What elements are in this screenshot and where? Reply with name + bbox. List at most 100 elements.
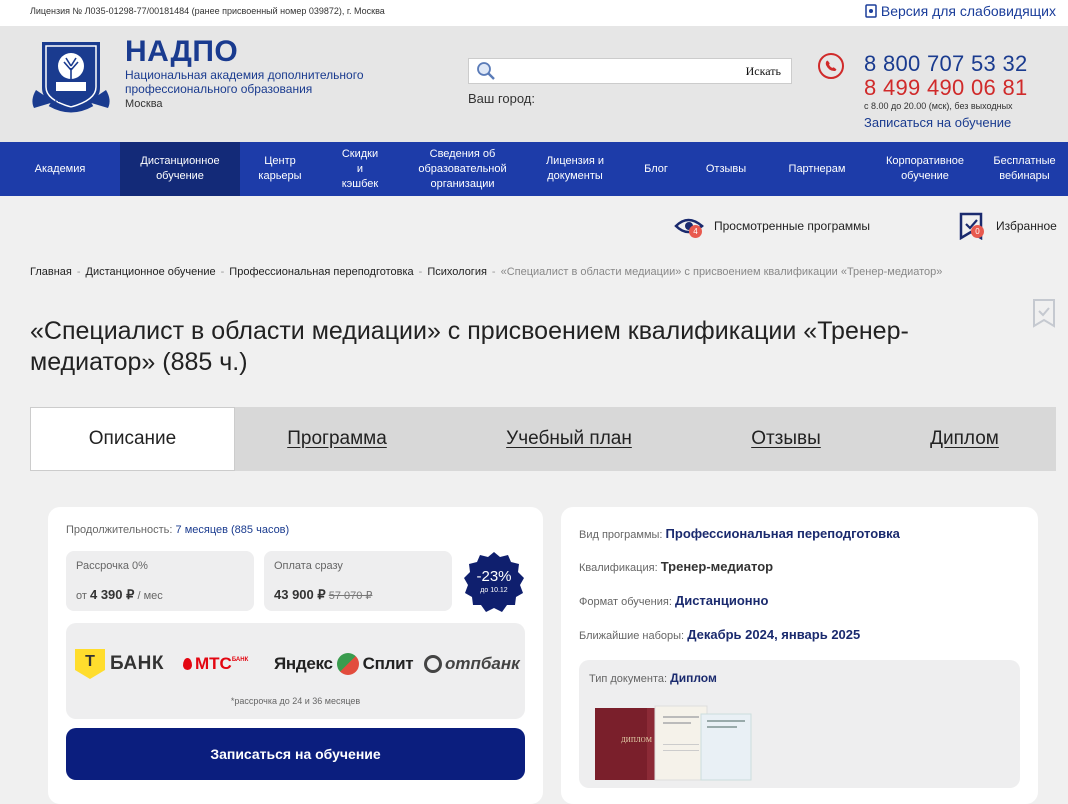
breadcrumb: Главная - Дистанционное обучение - Профессио… <box>30 266 942 278</box>
diploma-cover-text: ДИПЛОМ <box>621 736 653 744</box>
document-type-label: Тип документа: <box>589 673 668 685</box>
header-signup-link[interactable]: Записаться на обучение <box>864 115 1028 130</box>
format-row: Формат обучения: Дистанционно <box>579 593 768 608</box>
pricing-card: Продолжительность: 7 месяцев (885 часов)… <box>48 507 543 804</box>
yandex-name: Яндекс <box>274 654 333 673</box>
tbank-logo: Т БАНК <box>75 649 164 679</box>
top-bar: Лицензия № Л035-01298-77/00181484 (ранее… <box>0 0 1068 26</box>
breadcrumb-current: «Специалист в области медиации» с присво… <box>500 266 943 278</box>
qualification-value: Тренер-медиатор <box>660 559 774 574</box>
yandex-split-logo: Яндекс Сплит <box>274 649 414 679</box>
discount-value: -23% <box>476 568 512 585</box>
discount-until: до 10.12 <box>480 587 508 594</box>
duration-label: Продолжительность: <box>66 524 173 536</box>
program-type-label: Вид программы: <box>579 529 663 541</box>
page-title: «Специалист в области медиации» с присво… <box>30 317 909 376</box>
tab-description[interactable]: Описание <box>30 407 235 471</box>
split-name: Сплит <box>362 654 414 673</box>
intake-label: Ближайшие наборы: <box>579 630 685 642</box>
search-input[interactable] <box>497 60 746 82</box>
full-payment-label: Оплата сразу <box>274 560 343 572</box>
installment-line: от 4 390 ₽ / мес <box>76 587 163 603</box>
duration-value: 7 месяцев (885 часов) <box>175 524 290 536</box>
format-value: Дистанционно <box>674 593 769 608</box>
phone-icon <box>818 53 844 79</box>
favorites-count-badge: 0 <box>971 225 984 238</box>
eye-icon <box>865 4 877 18</box>
installment-label: Рассрочка 0% <box>76 560 148 572</box>
breadcrumb-item[interactable]: Дистанционное обучение <box>86 266 216 278</box>
viewed-count-badge: 4 <box>689 225 702 238</box>
mts-bank-logo: МТС БАНК <box>183 649 248 679</box>
installment-suffix: / мес <box>137 590 163 602</box>
otp-ring-icon <box>424 655 442 673</box>
breadcrumb-separator: - <box>220 266 225 278</box>
mts-egg-icon <box>183 658 192 670</box>
nav-item-webinars[interactable]: Бесплатные вебинары <box>981 142 1068 196</box>
breadcrumb-separator: - <box>491 266 496 278</box>
nav-item-discounts[interactable]: Скидки и кэшбек <box>320 142 400 196</box>
nav-item-license[interactable]: Лицензия и документы <box>525 142 625 196</box>
license-text: Лицензия № Л035-01298-77/00181484 (ранее… <box>30 6 385 16</box>
brand-subtitle: Национальная академия дополнительного пр… <box>125 68 364 96</box>
tab-diploma[interactable]: Диплом <box>873 407 1056 471</box>
tab-program[interactable]: Программа <box>235 407 439 471</box>
search-button[interactable]: Искать <box>746 64 791 79</box>
nav-item-partners[interactable]: Партнерам <box>765 142 869 196</box>
document-type-value: Диплом <box>670 671 717 685</box>
viewed-programs-link[interactable]: 4 Просмотренные программы <box>674 212 870 240</box>
nav-item-reviews[interactable]: Отзывы <box>687 142 765 196</box>
mts-sub: БАНК <box>231 657 249 663</box>
add-favorite-icon[interactable] <box>1031 298 1057 328</box>
old-price: 57 070 ₽ <box>328 590 373 602</box>
breadcrumb-item[interactable]: Психология <box>427 266 487 278</box>
phone-secondary[interactable]: 8 499 490 06 81 <box>864 76 1028 100</box>
brand-block[interactable]: НАДПО Национальная академия дополнительн… <box>125 35 385 111</box>
breadcrumb-item[interactable]: Профессиональная переподготовка <box>229 266 413 278</box>
contact-block: 8 800 707 53 32 8 499 490 06 81 с 8.00 д… <box>864 52 1028 131</box>
city-selector[interactable]: Ваш город: <box>468 91 535 106</box>
nav-item-career-center[interactable]: Центр карьеры <box>240 142 320 196</box>
phone-primary[interactable]: 8 800 707 53 32 <box>864 52 1028 76</box>
nav-item-org-info[interactable]: Сведения об образовательной организации <box>400 142 525 196</box>
otp-bank-logo: отпбанк <box>424 649 520 679</box>
breadcrumb-separator: - <box>418 266 423 278</box>
discount-badge: -23% до 10.12 <box>463 551 525 613</box>
installment-box: Рассрочка 0% от 4 390 ₽ / мес <box>66 551 254 611</box>
qualification-label: Квалификация: <box>579 562 658 574</box>
otp-name: отпбанк <box>445 654 520 673</box>
installment-note: *рассрочка до 24 и 36 месяцев <box>230 696 361 706</box>
installment-prefix: от <box>76 590 87 602</box>
program-details-card: Вид программы: Профессиональная переподг… <box>561 507 1038 804</box>
tab-reviews[interactable]: Отзывы <box>699 407 873 471</box>
tbank-name: БАНК <box>110 653 164 674</box>
full-price: 43 900 ₽ <box>274 587 326 602</box>
favorites-icon-wrap: 0 <box>956 212 986 241</box>
diploma-image[interactable]: ДИПЛОМ <box>593 704 758 784</box>
document-box: Тип документа: Диплом ДИПЛОМ <box>579 660 1020 788</box>
program-type-row: Вид программы: Профессиональная переподг… <box>579 526 900 541</box>
viewed-icon-wrap: 4 <box>674 212 704 240</box>
brand-city: Москва <box>125 98 163 110</box>
nav-item-distance-learning[interactable]: Дистанционное обучение <box>120 142 240 196</box>
breadcrumb-item[interactable]: Главная <box>30 266 72 278</box>
low-vision-link[interactable]: Версия для слабовидящих <box>865 3 1056 19</box>
search-icon <box>477 62 495 80</box>
search-bar: Искать <box>468 58 792 84</box>
main-nav: Академия Дистанционное обучение Центр ка… <box>0 142 1068 196</box>
split-icon <box>336 653 359 675</box>
nav-item-academy[interactable]: Академия <box>0 142 120 196</box>
program-type-value: Профессиональная переподготовка <box>665 526 900 541</box>
nav-item-corporate[interactable]: Корпоративное обучение <box>869 142 981 196</box>
tab-curriculum[interactable]: Учебный план <box>439 407 699 471</box>
duration-row: Продолжительность: 7 месяцев (885 часов) <box>66 524 289 536</box>
intake-row: Ближайшие наборы: Декабрь 2024, январь 2… <box>579 627 860 642</box>
mts-name: МТС <box>195 654 232 673</box>
nav-item-blog[interactable]: Блог <box>625 142 687 196</box>
academy-emblem-icon[interactable] <box>30 38 112 116</box>
brand-name: НАДПО <box>125 35 239 68</box>
low-vision-label: Версия для слабовидящих <box>880 3 1056 19</box>
bank-partners: Т БАНК МТС БАНК Яндекс Сплит отпбанк *ра… <box>66 623 525 719</box>
favorites-link[interactable]: 0 Избранное <box>956 212 1057 241</box>
enroll-button[interactable]: Записаться на обучение <box>66 728 525 780</box>
